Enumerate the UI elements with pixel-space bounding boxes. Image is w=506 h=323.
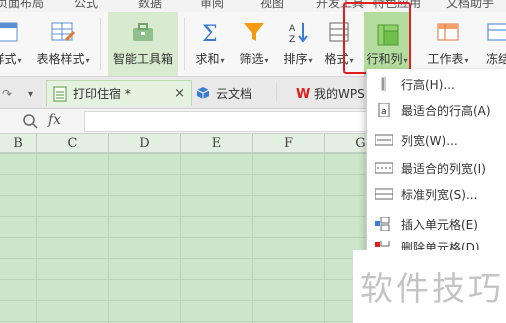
menu-item-row-height[interactable]: 行高(H)... [367, 71, 506, 97]
standard-width-icon [375, 188, 393, 200]
spreadsheet-file-icon [53, 86, 67, 101]
sigma-icon: Σ [198, 20, 222, 47]
sum-button[interactable]: Σ 求和▾ [190, 12, 230, 76]
chevron-down-icon: ▾ [308, 56, 313, 65]
sort-icon: AZ [286, 20, 310, 45]
formula-input[interactable] [84, 111, 376, 132]
cube-icon [196, 87, 210, 99]
column-header-d[interactable]: D [109, 134, 181, 153]
watermark-text: 软件技巧 [360, 269, 504, 308]
menu-doc-assistant[interactable]: 文档助手 [446, 0, 494, 11]
filter-icon [242, 20, 266, 44]
menu-item-column-width[interactable]: 列宽(W)... [367, 127, 506, 153]
svg-text:W: W [296, 87, 310, 100]
freeze-panes-button[interactable]: 冻结 [478, 12, 506, 76]
tab-separator [276, 83, 277, 101]
close-icon[interactable]: × [174, 86, 185, 101]
table-style-button[interactable]: 表格样式▾ [32, 12, 94, 76]
wps-logo-icon: W [296, 87, 310, 100]
tab-active-document[interactable]: 打印住宿 * × [46, 80, 192, 106]
menu-item-label: 插入单元格(E) [401, 217, 478, 232]
menu-data[interactable]: 数据 [138, 0, 162, 11]
filter-label: 筛选 [239, 52, 264, 66]
sort-label: 排序 [283, 52, 308, 66]
chevron-down-icon: ▾ [220, 56, 225, 65]
autofit-column-icon [375, 162, 393, 174]
table-style-label: 表格样式 [36, 52, 85, 66]
chevron-down-icon: ▾ [17, 56, 22, 65]
ribbon-separator [100, 18, 101, 70]
svg-text:Σ: Σ [202, 22, 218, 44]
menu-page-layout[interactable]: 页面布局 [0, 0, 44, 11]
tab-list-dropdown-icon[interactable]: ▾ [28, 81, 33, 107]
freeze-label: 冻结 [485, 52, 506, 66]
smart-toolbox-label: 智能工具箱 [112, 52, 173, 66]
menu-view[interactable]: 视图 [260, 0, 284, 11]
svg-text:Z: Z [289, 35, 295, 44]
worksheet-label: 工作表 [427, 52, 464, 66]
insert-cells-icon [375, 217, 390, 231]
chevron-down-icon: ▾ [85, 56, 90, 65]
highlight-box [343, 2, 411, 74]
redo-icon[interactable]: ↷ [2, 81, 12, 107]
row-height-icon [381, 77, 386, 91]
zoom-search-icon[interactable] [22, 113, 38, 129]
sort-button[interactable]: AZ 排序▾ [278, 12, 318, 76]
svg-text:A: A [289, 24, 296, 34]
menu-item-label: 最适合的列宽(I) [401, 161, 486, 176]
column-header-f[interactable]: F [253, 134, 325, 153]
sum-label: 求和 [195, 52, 220, 66]
freeze-icon [486, 20, 506, 44]
tab-label: 云文档 [216, 86, 253, 101]
filter-button[interactable]: 筛选▾ [234, 12, 274, 76]
menu-item-standard-column-width[interactable]: 标准列宽(S)... [367, 181, 506, 207]
column-width-icon [375, 134, 393, 146]
column-header-b[interactable]: B [0, 134, 37, 153]
column-header-e[interactable]: E [181, 134, 253, 153]
menu-item-label: 标准列宽(S)... [401, 187, 478, 202]
smart-toolbox-button[interactable]: 智能工具箱 [108, 12, 178, 76]
menu-item-label: 最适合的行高(A) [401, 103, 491, 118]
menu-item-autofit-column-width[interactable]: 最适合的列宽(I) [367, 155, 506, 181]
cell-style-button[interactable]: 样式▾ [0, 12, 22, 76]
menu-item-label: 列宽(W)... [401, 133, 458, 148]
tab-label: 我的WPS [314, 86, 365, 101]
autofit-row-icon: a [378, 103, 390, 117]
cell-style-icon [0, 20, 19, 44]
menu-formula[interactable]: 公式 [74, 0, 98, 11]
menu-item-insert-cells[interactable]: 插入单元格(E) [367, 211, 506, 237]
toolbox-icon [131, 20, 155, 44]
worksheet-button[interactable]: 工作表▾ [422, 12, 474, 76]
cell-style-label: 样式 [0, 52, 17, 66]
column-header-c[interactable]: C [37, 134, 109, 153]
ribbon-toolbar: 样式▾ 表格样式▾ 智能工具箱 Σ 求和▾ 筛选▾ AZ 排序▾ [0, 12, 506, 77]
menu-item-label: 行高(H)... [401, 77, 455, 92]
svg-text:a: a [381, 107, 387, 117]
chevron-down-icon: ▾ [464, 56, 469, 65]
menu-item-autofit-row-height[interactable]: a 最适合的行高(A) [367, 97, 506, 123]
menu-bar: 页面布局 公式 数据 审阅 视图 开发工具 特色应用 文档助手 [0, 0, 506, 12]
menu-review[interactable]: 审阅 [200, 0, 224, 11]
table-style-icon [51, 20, 76, 44]
chevron-down-icon: ▾ [264, 56, 269, 65]
worksheet-icon [436, 20, 460, 44]
fx-button[interactable]: fx [48, 112, 61, 128]
tab-cloud-docs[interactable]: 云文档 [196, 80, 252, 106]
tab-label: 打印住宿 * [73, 87, 131, 101]
ribbon-separator [184, 18, 185, 70]
